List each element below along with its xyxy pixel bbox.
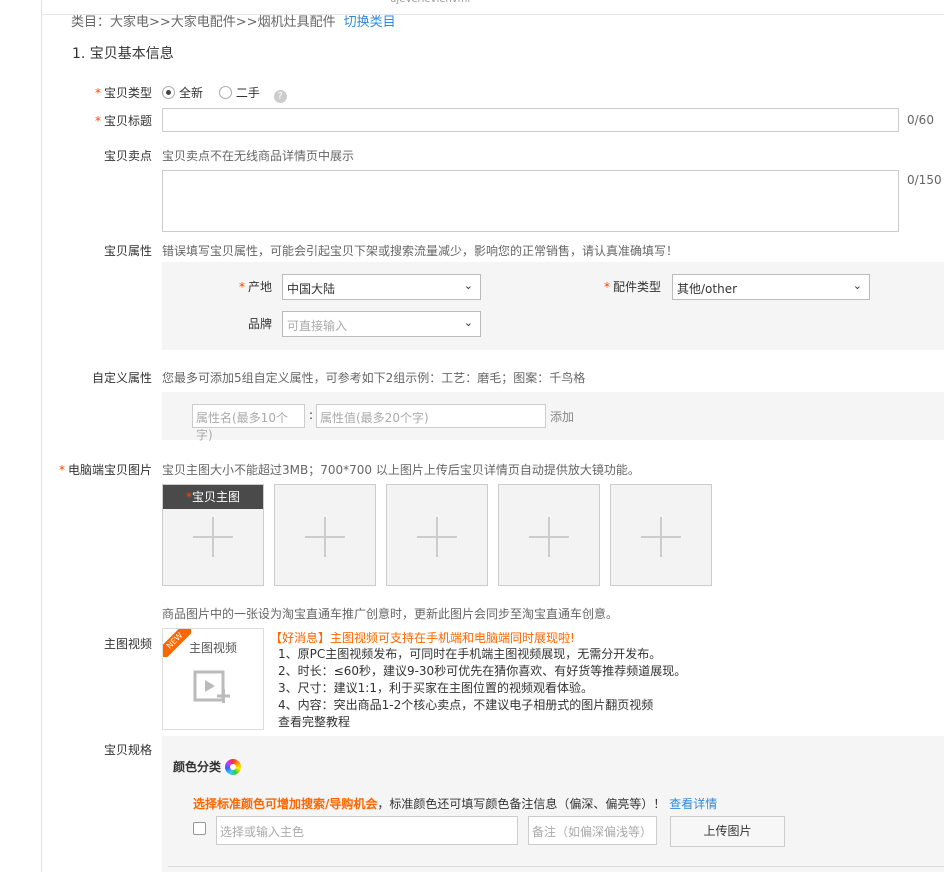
attr-value-input[interactable]: 属性值(最多20个字): [316, 404, 546, 428]
video-tutorial-link[interactable]: 查看完整教程: [278, 714, 930, 731]
plus-icon: [324, 517, 326, 557]
video-box-title: 主图视频: [188, 641, 237, 655]
title-label: * 宝贝标题: [94, 114, 152, 128]
pc-images-hint: 宝贝主图大小不能超过3MB；700*700 以上图片上传后宝贝详情页自动提供放大…: [162, 463, 640, 477]
origin-label: * 产地: [239, 280, 273, 294]
selling-point-hint: 宝贝卖点不在无线商品详情页中展示: [162, 149, 355, 163]
radio-used[interactable]: 二手: [218, 86, 260, 100]
sync-note: 商品图片中的一张设为淘宝直通车推广创意时，更新此图片会同步至淘宝直通车创意。: [162, 607, 619, 621]
color-note-input[interactable]: 备注（如偏深偏浅等）: [528, 816, 657, 845]
plus-icon: [212, 517, 214, 557]
spec-divider: [168, 866, 944, 867]
part-type-label: * 配件类型: [604, 280, 662, 294]
video-add-icon: [193, 670, 230, 703]
plus-icon: [548, 517, 550, 557]
main-image-slot[interactable]: *宝贝主图: [162, 484, 264, 586]
breadcrumb: 类目：大家电>>大家电配件>>烟机灶具配件 切换类目: [71, 11, 396, 30]
color-checkbox[interactable]: [193, 822, 206, 835]
title-input[interactable]: [162, 108, 899, 132]
left-border: [41, 0, 42, 872]
brand-label: 品牌: [248, 317, 273, 331]
attributes-hint: 错误填写宝贝属性，可能会引起宝贝下架或搜索流量减少，影响您的正常销售，请认真准确…: [162, 244, 679, 258]
top-fragment-text: ujeVerievienvmi: [390, 0, 470, 5]
spec-label: 宝贝规格: [103, 743, 152, 757]
video-line-4: 4、内容：突出商品1-2个核心卖点，不建议电子相册式的图片翻页视频: [278, 698, 654, 712]
image-slot-5[interactable]: [610, 484, 712, 586]
plus-icon: [660, 517, 662, 557]
section-title: 1. 宝贝基本信息: [72, 46, 174, 62]
color-wheel-icon: [225, 759, 242, 775]
color-promo: 选择标准颜色可增加搜索/导购机会，标准颜色还可填写颜色备注信息（偏深、偏亮等）！…: [193, 797, 718, 811]
radio-used-dot[interactable]: [218, 86, 232, 99]
selling-point-count: 0/150: [907, 173, 942, 187]
video-line-1: 1、原PC主图视频发布，可同时在手机端主图视频展现，无需分开发布。: [278, 647, 662, 661]
radio-new[interactable]: 全新: [162, 86, 203, 100]
video-info: 【好消息】主图视频可支持在手机端和电脑端同时展现啦! 1、原PC主图视频发布，可…: [270, 630, 930, 731]
color-category-title: 颜色分类: [173, 758, 242, 775]
image-slot-3[interactable]: [386, 484, 488, 586]
main-color-input[interactable]: 选择或输入主色: [216, 816, 518, 845]
main-video-label: 主图视频: [103, 637, 152, 651]
origin-select[interactable]: 中国大陆 ⌄: [282, 274, 481, 300]
custom-attr-hint: 您最多可添加5组自定义属性，可参考如下2组示例：工艺：磨毛；图案：千鸟格: [162, 371, 586, 385]
pc-images-label: * 电脑端宝贝图片: [58, 463, 152, 477]
custom-attr-label: 自定义属性: [91, 371, 152, 385]
video-headline: 【好消息】主图视频可支持在手机端和电脑端同时展现啦!: [270, 631, 575, 645]
top-fragment: ujeVerievienvmi: [0, 0, 944, 6]
video-line-3: 3、尺寸：建议1:1，利于买家在主图位置的视频观看体验。: [278, 681, 593, 695]
video-upload-box[interactable]: NEW 主图视频: [162, 628, 264, 730]
add-attr-button[interactable]: 添加: [550, 408, 574, 425]
view-detail-link[interactable]: 查看详情: [669, 797, 717, 811]
brand-select[interactable]: 可直接输入 ⌄: [282, 311, 481, 337]
image-slot-4[interactable]: [498, 484, 600, 586]
title-count: 0/60: [907, 113, 934, 127]
switch-category-link[interactable]: 切换类目: [344, 15, 396, 30]
breadcrumb-text: 类目：大家电>>大家电配件>>烟机灶具配件: [71, 15, 336, 30]
help-icon[interactable]: ?: [273, 90, 287, 103]
selling-point-textarea[interactable]: [162, 170, 899, 232]
upload-image-button[interactable]: 上传图片: [670, 816, 785, 847]
radio-new-dot[interactable]: [162, 86, 175, 99]
image-slot-2[interactable]: [274, 484, 376, 586]
attr-name-input[interactable]: 属性名(最多10个字): [192, 404, 305, 442]
chevron-down-icon: ⌄: [463, 316, 473, 329]
attr-separator: :: [309, 408, 314, 422]
main-image-caption: *宝贝主图: [163, 485, 263, 509]
plus-icon: [436, 517, 438, 557]
part-type-select[interactable]: 其他/other ⌄: [672, 274, 870, 300]
type-label: * 宝贝类型: [94, 86, 152, 100]
chevron-down-icon: ⌄: [463, 279, 473, 292]
chevron-down-icon: ⌄: [852, 279, 862, 292]
selling-point-label: 宝贝卖点: [103, 149, 152, 163]
video-line-2: 2、时长：≤60秒，建议9-30秒可优先在猜你喜欢、有好货等推荐频道展现。: [278, 664, 687, 678]
type-radios: 全新 二手 ?: [162, 84, 287, 103]
attributes-label: 宝贝属性: [103, 244, 152, 258]
